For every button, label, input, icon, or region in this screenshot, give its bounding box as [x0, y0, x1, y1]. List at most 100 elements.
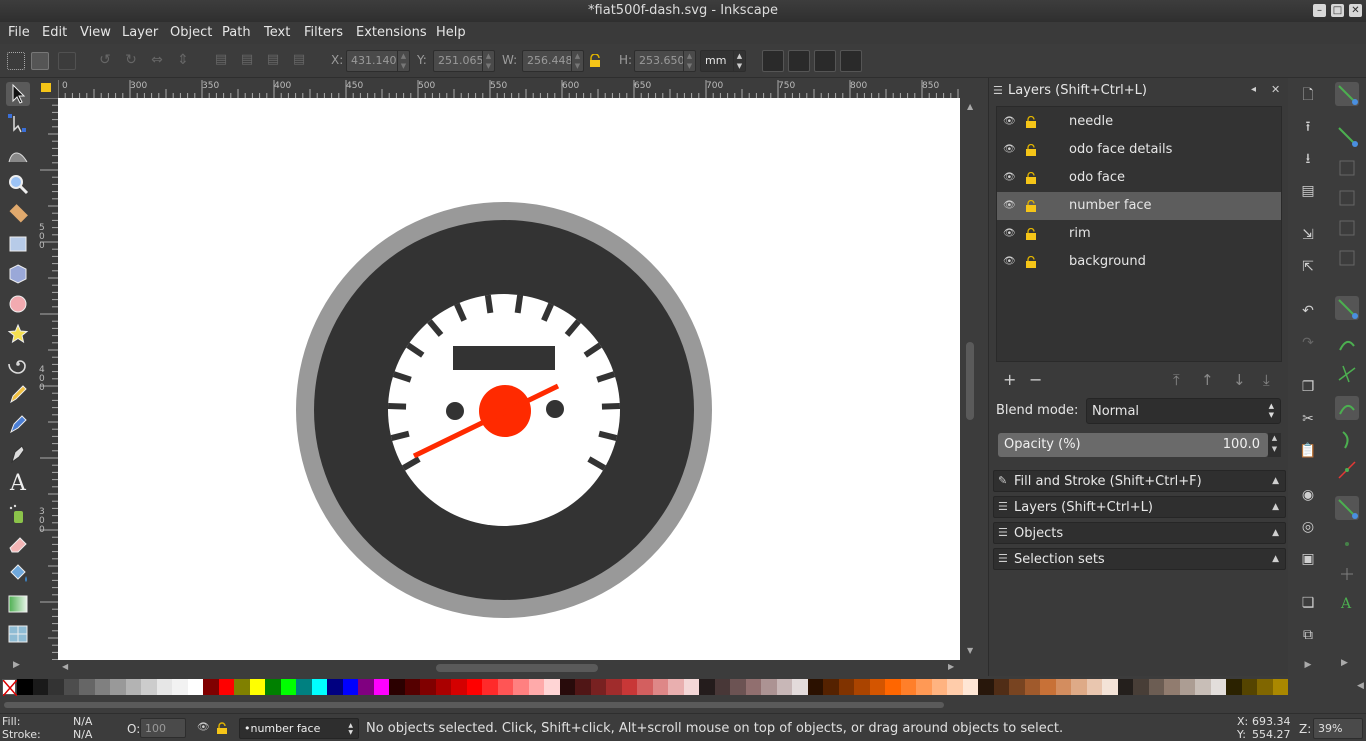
snap-object-centers-icon[interactable]: [1335, 532, 1359, 556]
export-icon[interactable]: ⇱: [1299, 258, 1317, 276]
color-swatch[interactable]: [280, 679, 296, 695]
selector-tool-icon[interactable]: [6, 82, 30, 106]
tweak-tool-icon[interactable]: [6, 142, 30, 166]
lock-icon[interactable]: [1025, 255, 1037, 268]
zoom-tool-icon[interactable]: [6, 172, 30, 196]
color-swatch[interactable]: [404, 679, 420, 695]
print-icon[interactable]: ▤: [1299, 182, 1317, 200]
color-swatch[interactable]: [94, 679, 110, 695]
node-tool-icon[interactable]: [6, 112, 30, 136]
color-swatch[interactable]: [792, 679, 808, 695]
zoom-drawing-icon[interactable]: ◎: [1299, 518, 1317, 536]
color-swatch[interactable]: [1210, 679, 1226, 695]
color-swatch[interactable]: [110, 679, 126, 695]
color-swatch[interactable]: [420, 679, 436, 695]
color-swatch[interactable]: [1272, 679, 1288, 695]
color-swatch[interactable]: [978, 679, 994, 695]
fill-value[interactable]: N/A: [73, 715, 92, 728]
snap-nodes-icon[interactable]: [1335, 296, 1359, 320]
snap-bbox-icon[interactable]: [1335, 124, 1359, 148]
lower-layer-icon[interactable]: ↓: [1233, 371, 1246, 389]
lock-icon[interactable]: [1025, 227, 1037, 240]
ellipse-tool-icon[interactable]: [6, 292, 30, 316]
clone-icon[interactable]: ⧉: [1299, 626, 1317, 644]
color-swatch[interactable]: [1009, 679, 1025, 695]
zoom-selection-icon[interactable]: ◉: [1299, 486, 1317, 504]
layer-row[interactable]: 👁 odo face details: [997, 136, 1281, 164]
paste-icon[interactable]: 📋: [1299, 442, 1317, 460]
eye-icon[interactable]: 👁: [1003, 256, 1016, 268]
color-swatch[interactable]: [63, 679, 79, 695]
color-swatch[interactable]: [544, 679, 560, 695]
gradient-tool-icon[interactable]: [6, 592, 30, 616]
snap-bbox-center-icon[interactable]: [1335, 246, 1359, 270]
panel-iconify-icon[interactable]: ◂: [1251, 84, 1256, 95]
color-swatch[interactable]: [513, 679, 529, 695]
color-swatch[interactable]: [528, 679, 544, 695]
color-swatch[interactable]: [358, 679, 374, 695]
color-swatch[interactable]: [699, 679, 715, 695]
color-swatch[interactable]: [668, 679, 684, 695]
blend-mode-select[interactable]: Normal ▲ ▼: [1086, 398, 1281, 424]
color-swatch[interactable]: [296, 679, 312, 695]
lower-layer-bottom-icon[interactable]: ⤓: [1263, 371, 1270, 389]
horizontal-scrollbar[interactable]: ◀ ▶: [58, 660, 960, 676]
eye-icon[interactable]: 👁: [1003, 228, 1016, 240]
h-input[interactable]: 253.650 ▲ ▼: [634, 50, 696, 72]
snap-bbox-edges-icon[interactable]: [1335, 156, 1359, 180]
w-input[interactable]: 256.448 ▲ ▼: [522, 50, 584, 72]
transform-patterns-icon[interactable]: [840, 50, 862, 72]
menu-edit[interactable]: Edit: [42, 25, 67, 40]
color-swatch[interactable]: [1055, 679, 1071, 695]
color-swatch[interactable]: [590, 679, 606, 695]
pen-tool-icon[interactable]: [6, 412, 30, 436]
color-swatch[interactable]: [373, 679, 389, 695]
remove-layer-button[interactable]: −: [1029, 370, 1042, 389]
layer-row[interactable]: 👁 rim: [997, 220, 1281, 248]
zoom-input[interactable]: 39%: [1313, 718, 1363, 739]
color-swatch[interactable]: [1241, 679, 1257, 695]
snap-paths-icon[interactable]: [1335, 332, 1359, 356]
color-swatch[interactable]: [823, 679, 839, 695]
rectangle-tool-icon[interactable]: [6, 232, 30, 256]
color-swatch[interactable]: [203, 679, 219, 695]
color-swatch[interactable]: [838, 679, 854, 695]
menu-layer[interactable]: Layer: [122, 25, 158, 40]
x-input[interactable]: 431.140 ▲ ▼: [346, 50, 410, 72]
layer-lock-icon[interactable]: [216, 722, 229, 739]
pencil-tool-icon[interactable]: [6, 382, 30, 406]
lock-icon[interactable]: [1025, 143, 1037, 156]
undo-icon[interactable]: ↶: [1299, 302, 1317, 320]
eraser-tool-icon[interactable]: [6, 532, 30, 556]
redo-icon[interactable]: ↷: [1299, 334, 1317, 352]
duplicate-icon[interactable]: ❏: [1299, 594, 1317, 612]
add-layer-button[interactable]: +: [1003, 370, 1016, 389]
no-paint-swatch[interactable]: [2, 679, 18, 697]
dialog-objects[interactable]: ☰ Objects ▲: [993, 522, 1286, 544]
snap-enable-icon[interactable]: [1335, 82, 1359, 106]
cut-icon[interactable]: ✂: [1299, 410, 1317, 428]
color-swatch[interactable]: [1040, 679, 1056, 695]
spray-tool-icon[interactable]: [6, 502, 30, 526]
eye-icon[interactable]: 👁: [1003, 200, 1016, 212]
menu-text[interactable]: Text: [264, 25, 290, 40]
snap-bbox-corners-icon[interactable]: [1335, 186, 1359, 210]
snap-others-icon[interactable]: [1335, 496, 1359, 520]
text-tool-icon[interactable]: A: [6, 472, 30, 496]
select-all-icon[interactable]: [7, 52, 25, 70]
raise-icon[interactable]: ▤: [238, 52, 256, 70]
menu-filters[interactable]: Filters: [304, 25, 343, 40]
color-swatch[interactable]: [993, 679, 1009, 695]
color-swatch[interactable]: [559, 679, 575, 695]
snap-midpoints-icon[interactable]: [1335, 458, 1359, 482]
color-swatch[interactable]: [854, 679, 870, 695]
palette-scrollbar[interactable]: [0, 697, 1366, 713]
color-swatch[interactable]: [1226, 679, 1242, 695]
minimize-button[interactable]: –: [1313, 4, 1326, 17]
save-icon[interactable]: ⭳: [1299, 150, 1317, 168]
rotate-cw-icon[interactable]: ↻: [122, 52, 140, 70]
dialog-selection-sets[interactable]: ☰ Selection sets ▲: [993, 548, 1286, 570]
menu-path[interactable]: Path: [222, 25, 251, 40]
snap-rotation-center-icon[interactable]: [1335, 562, 1359, 586]
menu-file[interactable]: File: [8, 25, 30, 40]
